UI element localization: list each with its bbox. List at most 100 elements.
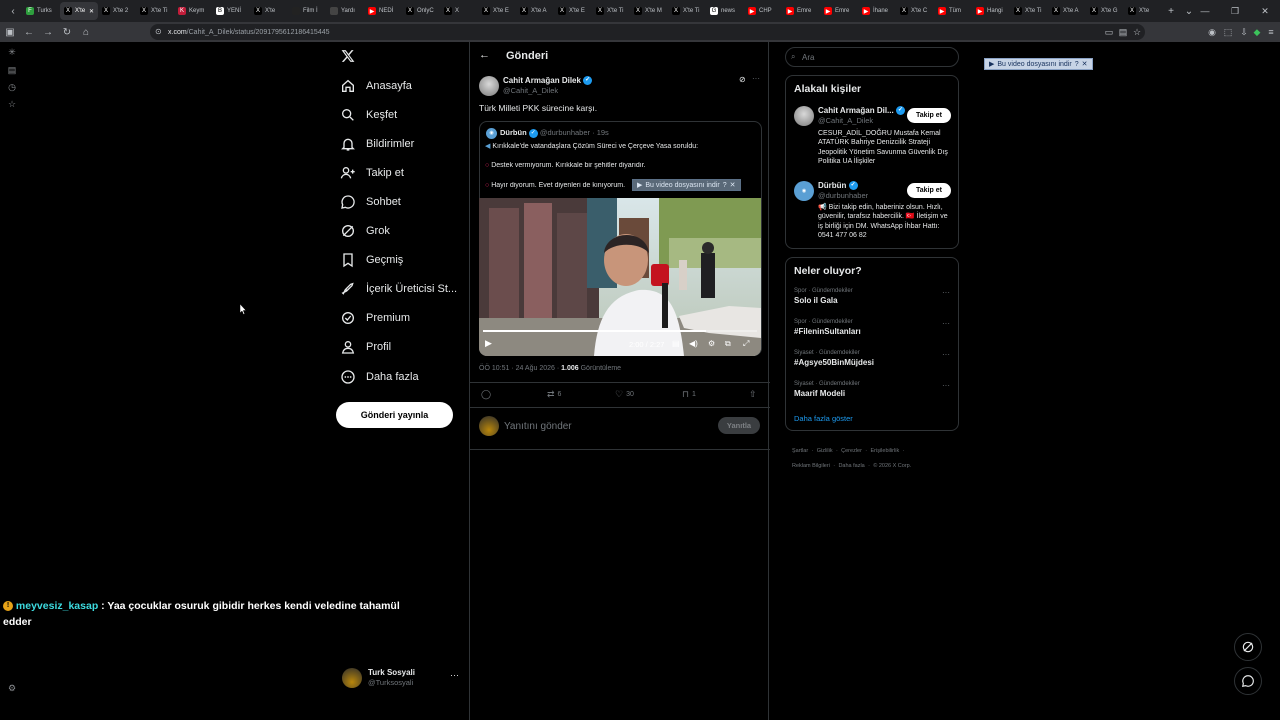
trend-item[interactable]: Spor · Gündemdekiler #FileninSultanları (794, 319, 954, 347)
author-avatar[interactable] (479, 76, 499, 96)
captions-icon[interactable]: ▤ (672, 339, 680, 348)
video-settings-icon[interactable]: ⚙ (708, 339, 715, 348)
volume-icon[interactable]: ◀) (689, 339, 698, 348)
browser-tab[interactable]: ▶ Hangi (972, 2, 1010, 20)
browser-tab[interactable]: X X'te ✕ (60, 2, 98, 20)
trend-more-icon[interactable]: ··· (942, 319, 950, 328)
sidebar-toggle-icon[interactable]: ▣ (1, 23, 19, 41)
browser-tab[interactable]: X X'te A (1048, 2, 1086, 20)
tab-search-icon[interactable]: ‹ (4, 6, 22, 17)
reply-submit-button[interactable]: Yanıtla (718, 417, 760, 434)
back-button[interactable]: ← (20, 23, 38, 41)
close-window-button[interactable]: ✕ (1250, 0, 1280, 22)
site-info-icon[interactable]: ⊙ (155, 27, 162, 36)
minimize-button[interactable]: — (1190, 0, 1220, 22)
footer-privacy[interactable]: Gizlilik (817, 448, 833, 454)
trend-more-icon[interactable]: ··· (942, 350, 950, 359)
restore-button[interactable]: ❐ (1220, 0, 1250, 22)
nav-follow[interactable]: Takip et (340, 162, 404, 184)
like-button[interactable]: ♡ 30 (615, 389, 634, 400)
browser-tab[interactable]: ▶ İhane (858, 2, 896, 20)
browser-tab[interactable]: X X'te C (896, 2, 934, 20)
profile-icon[interactable]: ◉ (1204, 23, 1220, 41)
author-name-row[interactable]: Cahit Armağan Dilek ✓ (503, 76, 593, 86)
browser-tab[interactable]: X X'te Ti (668, 2, 706, 20)
nav-notifications[interactable]: Bildirimler (340, 133, 414, 155)
address-bar[interactable]: ⊙ x.com/Cahit_A_Dilek/status/20917956121… (150, 24, 1145, 40)
browser-tab[interactable]: B YENİ (212, 2, 250, 20)
download-close-icon[interactable]: ✕ (1082, 60, 1088, 68)
browser-tab[interactable]: XX (440, 2, 478, 20)
browser-tab[interactable]: X X'te Ti (592, 2, 630, 20)
browser-tab[interactable]: K Keym (174, 2, 212, 20)
person-avatar[interactable]: ◉ (794, 181, 814, 201)
reading-list-icon[interactable]: ▤ (6, 65, 18, 77)
browser-tab[interactable]: X X'te G (1086, 2, 1124, 20)
post-more-icon[interactable]: ··· (752, 74, 760, 83)
download-help-icon[interactable]: ? (723, 182, 727, 189)
browser-tab[interactable]: X X'te A (516, 2, 554, 20)
browser-tab[interactable]: X X'te Ti (1010, 2, 1048, 20)
browser-tab[interactable]: Film İ (288, 2, 326, 20)
browser-tab[interactable]: X X'te (1124, 2, 1162, 20)
footer-more[interactable]: Daha fazla (838, 463, 864, 469)
settings-gear-icon[interactable]: ⚙ (6, 683, 18, 695)
nav-premium[interactable]: Premium (340, 307, 410, 329)
person-name-row[interactable]: Dürbün ✓ (818, 181, 858, 191)
browser-tab[interactable]: Gnews (706, 2, 744, 20)
browser-tab[interactable]: X OnlyC (402, 2, 440, 20)
post-button[interactable]: Gönderi yayınla (336, 402, 453, 428)
follow-button[interactable]: Takip et (907, 183, 951, 198)
browser-tab[interactable]: X X'te 2 (98, 2, 136, 20)
account-switcher[interactable]: Turk Sosyali @Turksosyali ··· (342, 667, 460, 689)
reply-button[interactable]: ◯ (481, 389, 491, 400)
browser-tab[interactable]: X X'te E (554, 2, 592, 20)
nav-more[interactable]: Daha fazla (340, 366, 419, 388)
browser-tab[interactable]: X X'te Ti (136, 2, 174, 20)
tab-close-icon[interactable]: ✕ (89, 8, 94, 15)
download-video-bar-inline[interactable]: ▶ Bu video dosyasını indir ? ✕ (632, 179, 741, 191)
new-tab-button[interactable]: + (1162, 6, 1180, 17)
video-progress-track[interactable] (483, 330, 757, 332)
trend-item[interactable]: Spor · Gündemdekiler Solo il Gala (794, 288, 954, 316)
footer-accessibility[interactable]: Erişilebilirlik (870, 448, 899, 454)
browser-tab[interactable]: ▶ CHP (744, 2, 782, 20)
download-video-bar[interactable]: ▶ Bu video dosyasını indir ? ✕ (984, 58, 1093, 70)
download-help-icon[interactable]: ? (1075, 61, 1079, 68)
more-dots-icon[interactable]: ··· (450, 670, 459, 680)
trend-more-icon[interactable]: ··· (942, 288, 950, 297)
share-button[interactable]: ⇧ (749, 389, 757, 400)
trend-item[interactable]: Siyaset · Gündemdekiler #Agsye50BinMüjde… (794, 350, 954, 378)
person-name-row[interactable]: Cahit Armağan Dil... ✓ (818, 106, 905, 116)
reply-input[interactable]: Yanıtını gönder (504, 421, 572, 432)
nav-bookmarks[interactable]: Geçmiş (340, 249, 403, 271)
trend-item[interactable]: Siyaset · Gündemdekiler Maarif Modeli (794, 381, 954, 409)
grok-explain-icon[interactable]: ⊘ (739, 75, 746, 84)
reload-button[interactable]: ↻ (58, 23, 76, 41)
forward-button[interactable]: → (39, 23, 57, 41)
back-arrow-icon[interactable]: ← (479, 49, 490, 61)
nav-profile[interactable]: Profil (340, 336, 391, 358)
bookmark-button[interactable]: ⊓ 1 (682, 389, 696, 400)
footer-terms[interactable]: Şartlar (792, 448, 808, 454)
pip-icon[interactable]: ⧉ (725, 339, 731, 349)
nav-explore[interactable]: Keşfet (340, 104, 397, 126)
fullscreen-icon[interactable]: ⤢ (743, 339, 749, 349)
footer-cookies[interactable]: Çerezler (841, 448, 862, 454)
browser-tab[interactable]: Yardı (326, 2, 364, 20)
home-button[interactable]: ⌂ (77, 23, 95, 41)
bookmark-star-icon[interactable]: ☆ (1129, 23, 1145, 41)
follow-button[interactable]: Takip et (907, 108, 951, 123)
show-more-link[interactable]: Daha fazla göster (794, 414, 853, 423)
browser-tab[interactable]: ▶ Emre (820, 2, 858, 20)
history-icon[interactable]: ◷ (6, 82, 18, 94)
messages-fab[interactable] (1234, 667, 1262, 695)
browser-tab[interactable]: ▶ Emre (782, 2, 820, 20)
nav-grok[interactable]: Grok (340, 220, 390, 242)
grok-fab[interactable] (1234, 633, 1262, 661)
browser-tab[interactable]: ▶ Tüm (934, 2, 972, 20)
repost-button[interactable]: ⇄ 6 (547, 389, 561, 400)
trend-more-icon[interactable]: ··· (942, 381, 950, 390)
play-icon[interactable]: ▶ (485, 338, 492, 349)
browser-tab[interactable]: X X'te M (630, 2, 668, 20)
